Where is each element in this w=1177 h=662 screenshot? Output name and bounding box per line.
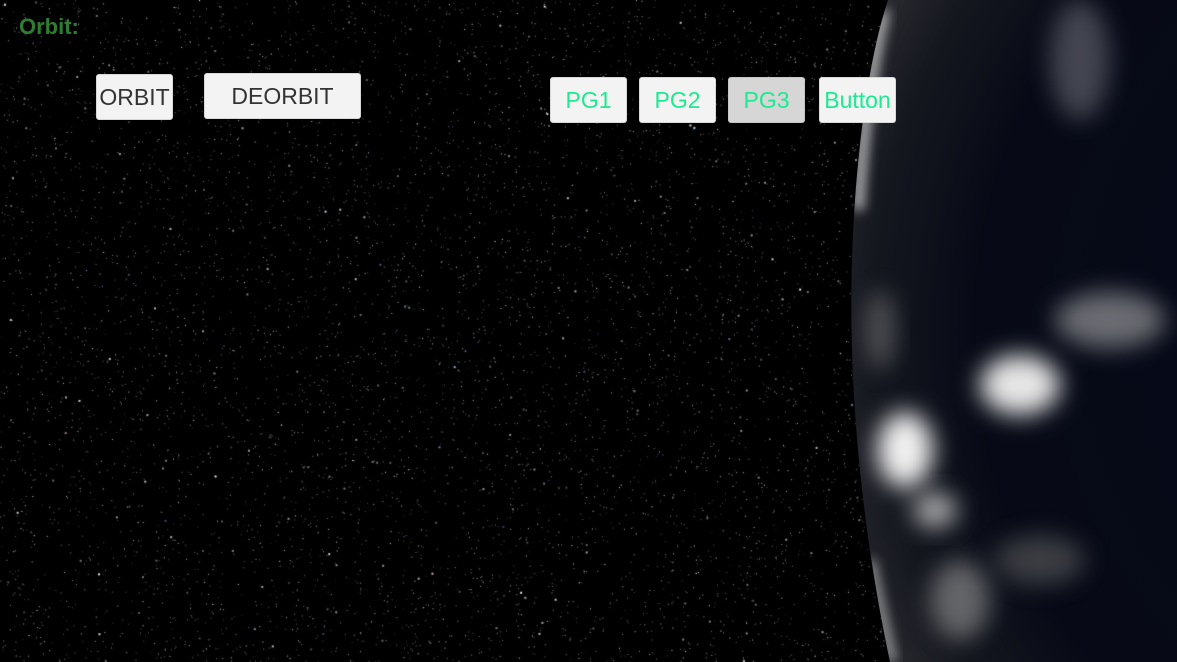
orbit-button[interactable]: ORBIT [96, 74, 173, 120]
orbit-label: Orbit: [19, 14, 79, 39]
pg2-button[interactable]: PG2 [639, 77, 716, 123]
space-viewport[interactable]: Orbit: ORBIT DEORBIT PG1 PG2 PG3 Button [0, 0, 1177, 662]
generic-button[interactable]: Button [819, 77, 896, 123]
pg1-button[interactable]: PG1 [550, 77, 627, 123]
pg3-button[interactable]: PG3 [728, 77, 805, 123]
deorbit-button[interactable]: DEORBIT [204, 73, 361, 119]
